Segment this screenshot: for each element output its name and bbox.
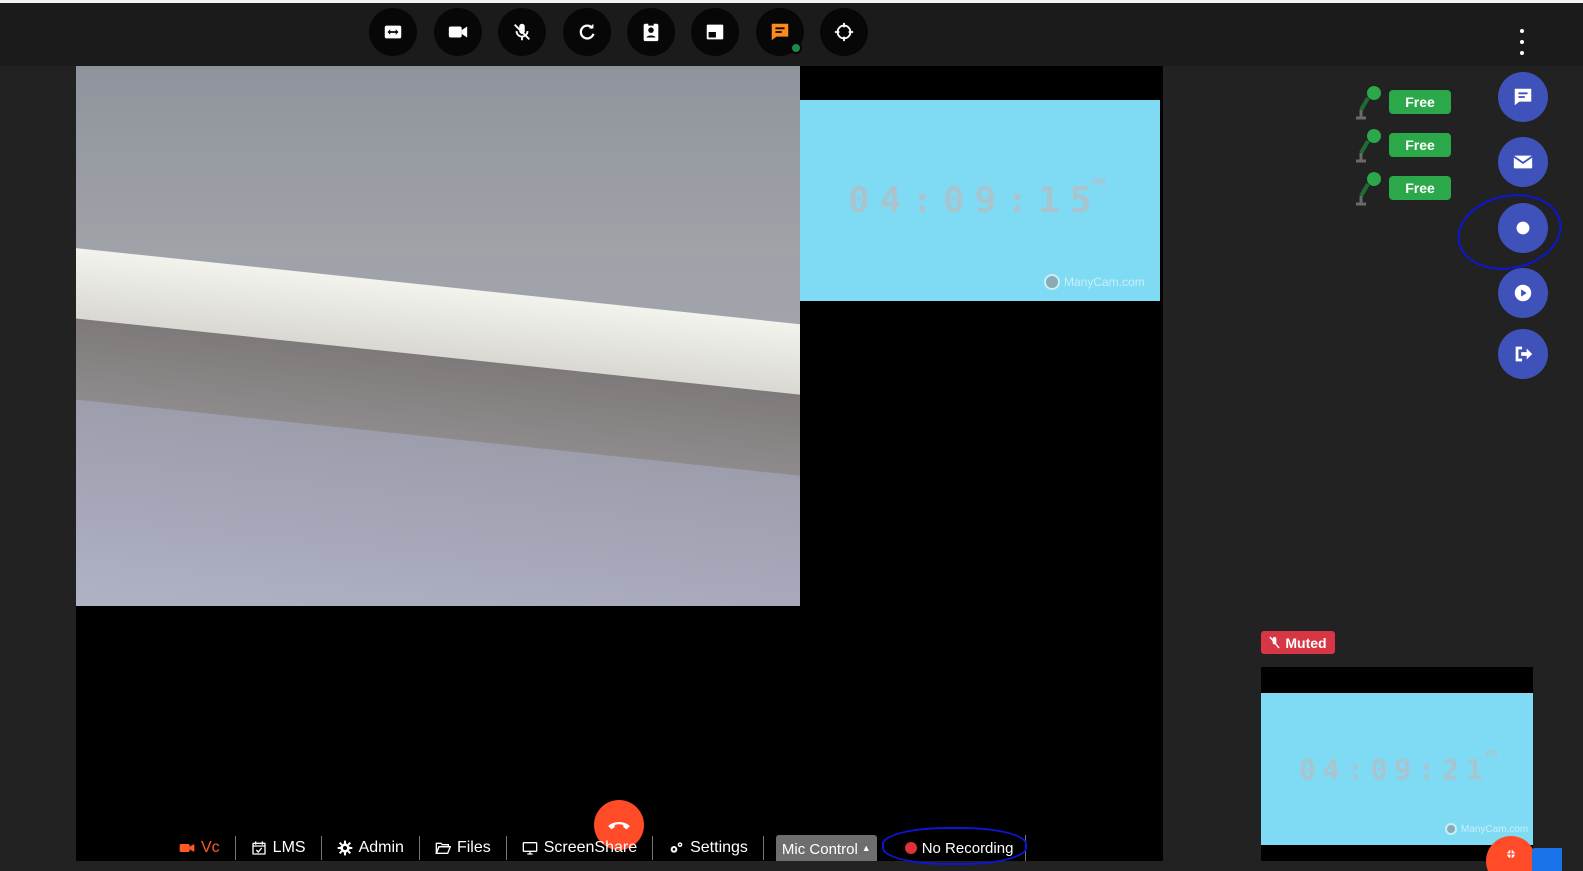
mic-off-icon [514,23,530,41]
bottom-nav: Vc LMS Admin Files ScreenShare Settings … [164,835,1027,861]
monitor-icon [522,842,538,855]
nav-vc[interactable]: Vc [164,836,236,860]
gear-icon [337,840,352,856]
help-widget-button[interactable] [1532,848,1562,871]
free-badge: Free [1389,175,1451,200]
sign-out-icon [1515,346,1533,362]
self-clock: 04:09:21 PM [1299,749,1498,786]
mic-slot[interactable]: Free [1353,123,1451,166]
caret-up-icon: ▲ [861,843,871,853]
microphone-icon [1356,128,1381,162]
target-button[interactable] [820,8,868,56]
self-camera-feed: 04:09:21 PM ManyCam.com [1261,693,1533,845]
mic-slot[interactable]: Free [1353,80,1451,123]
contact-card-icon [643,22,659,42]
chat-action-button[interactable] [1498,72,1548,122]
manycam-logo-icon [1044,274,1060,290]
mic-control-dropdown[interactable]: Mic Control ▲ [775,835,877,861]
mic-slot-list: Free Free Free [1353,80,1451,209]
video-stage: 04:09:15 PM ManyCam.com Vc LMS Admin Fil… [76,66,1163,861]
nav-settings[interactable]: Settings [653,836,764,860]
layout-icon [706,24,724,40]
message-icon [1514,88,1532,106]
chat-online-dot [790,42,802,54]
manycam-watermark: ManyCam.com [1044,274,1145,290]
folder-open-icon [435,842,451,854]
recording-status: No Recording [893,835,1027,861]
video-camera-icon [448,26,468,38]
mic-off-icon [1269,636,1281,649]
play-icon [1514,284,1532,302]
calendar-check-icon [252,841,266,855]
bug-icon [1505,849,1517,858]
fit-screen-icon [384,25,402,39]
recording-dot-icon [904,842,917,854]
free-badge: Free [1389,132,1451,157]
exit-action-button[interactable] [1498,329,1548,379]
record-icon [1516,221,1530,235]
manycam-logo-icon [1445,823,1457,835]
chat-button[interactable] [756,8,804,56]
layout-button[interactable] [691,8,739,56]
camera-button[interactable] [434,8,482,56]
mic-button[interactable] [498,8,546,56]
nav-admin[interactable]: Admin [322,836,420,860]
top-toolbar [0,3,1583,66]
refresh-button[interactable] [563,8,611,56]
microphone-icon [1356,85,1381,119]
manycam-watermark: ManyCam.com [1445,823,1528,835]
more-menu-icon[interactable] [1510,29,1534,55]
remote-camera-feed: 04:09:15 PM ManyCam.com [800,100,1160,301]
remote-clock: 04:09:15 PM [848,176,1106,221]
contact-button[interactable] [627,8,675,56]
refresh-icon [579,23,595,40]
nav-files[interactable]: Files [420,836,507,860]
free-badge: Free [1389,89,1451,114]
microphone-icon [1356,171,1381,205]
nav-lms[interactable]: LMS [236,836,322,860]
mail-action-button[interactable] [1498,137,1548,187]
mic-slot[interactable]: Free [1353,166,1451,209]
main-camera-feed [76,66,800,606]
play-action-button[interactable] [1498,268,1548,318]
gears-icon [670,842,683,853]
target-icon [834,22,854,42]
record-action-button[interactable] [1498,203,1548,253]
chat-icon [771,23,789,41]
envelope-icon [1513,155,1533,169]
nav-screenshare[interactable]: ScreenShare [507,836,654,860]
self-view-panel: 04:09:21 PM ManyCam.com [1261,667,1533,861]
muted-badge: Muted [1261,631,1335,654]
fit-screen-button[interactable] [369,8,417,56]
video-camera-icon [179,844,195,852]
